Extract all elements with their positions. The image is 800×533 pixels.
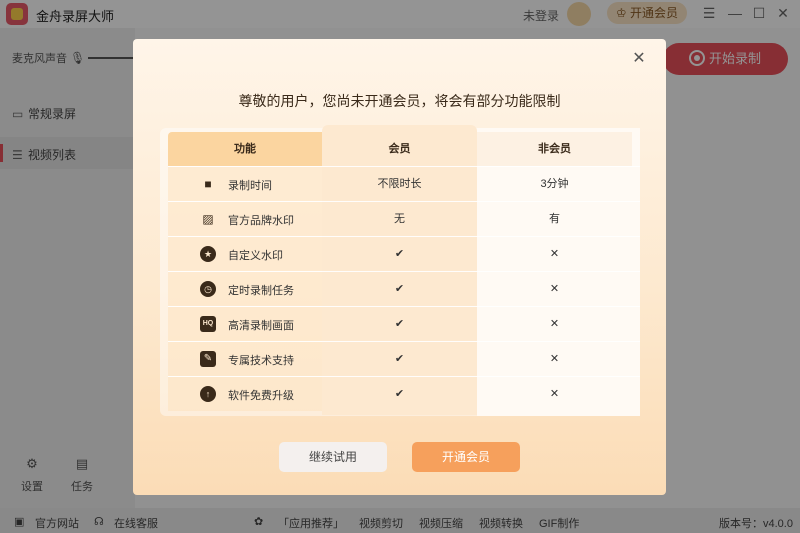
feature-label: 录制时间	[228, 180, 272, 192]
star-badge-icon: ★	[200, 246, 216, 262]
table-row: HQ 高清录制画面 ✔ ✕	[168, 306, 640, 341]
upgrade-arrow-icon: ↑	[200, 386, 216, 402]
hq-icon: HQ	[200, 316, 216, 332]
feature-label: 自定义水印	[228, 250, 283, 262]
feature-label: 官方品牌水印	[228, 215, 294, 227]
check-icon: ✔	[394, 318, 405, 330]
table-row: ★ 自定义水印 ✔ ✕	[168, 236, 640, 271]
check-icon: ✔	[394, 283, 405, 295]
feature-label: 专属技术支持	[228, 355, 294, 367]
table-row: ↑ 软件免费升级 ✔ ✕	[168, 376, 640, 411]
cross-icon: ✕	[549, 248, 560, 260]
cross-icon: ✕	[549, 318, 560, 330]
watermark-stripes-icon: ▨	[202, 212, 214, 226]
table-row: ◷ 定时录制任务 ✔ ✕	[168, 271, 640, 306]
table-row: ▨ 官方品牌水印 无 有	[168, 201, 640, 236]
continue-trial-button[interactable]: 继续试用	[279, 442, 387, 472]
check-icon: ✔	[394, 248, 405, 260]
feature-label: 软件免费升级	[228, 390, 294, 402]
check-icon: ✔	[394, 353, 405, 365]
non-vip-value: 有	[549, 213, 560, 225]
dialog-close-icon[interactable]: ✕	[629, 50, 649, 70]
timer-icon: ◷	[200, 281, 216, 297]
video-camera-icon: ■	[204, 177, 212, 191]
header-feature: 功能	[168, 132, 322, 166]
cross-icon: ✕	[549, 283, 560, 295]
non-vip-value: 3分钟	[540, 178, 569, 190]
cross-icon: ✕	[549, 353, 560, 365]
header-vip: 会员	[388, 143, 411, 155]
wrench-icon: ✎	[200, 351, 216, 367]
check-icon: ✔	[394, 388, 405, 400]
feature-label: 高清录制画面	[228, 320, 294, 332]
table-row: ✎ 专属技术支持 ✔ ✕	[168, 341, 640, 376]
dialog-title: 尊敬的用户，您尚未开通会员，将会有部分功能限制	[238, 93, 561, 109]
header-non-vip: 非会员	[477, 132, 632, 166]
vip-value: 无	[394, 213, 405, 225]
open-vip-button[interactable]: 开通会员	[412, 442, 520, 472]
feature-label: 定时录制任务	[228, 285, 294, 297]
vip-value: 不限时长	[377, 178, 422, 190]
cross-icon: ✕	[549, 388, 560, 400]
table-row: ■ 录制时间 不限时长 3分钟	[168, 166, 640, 201]
